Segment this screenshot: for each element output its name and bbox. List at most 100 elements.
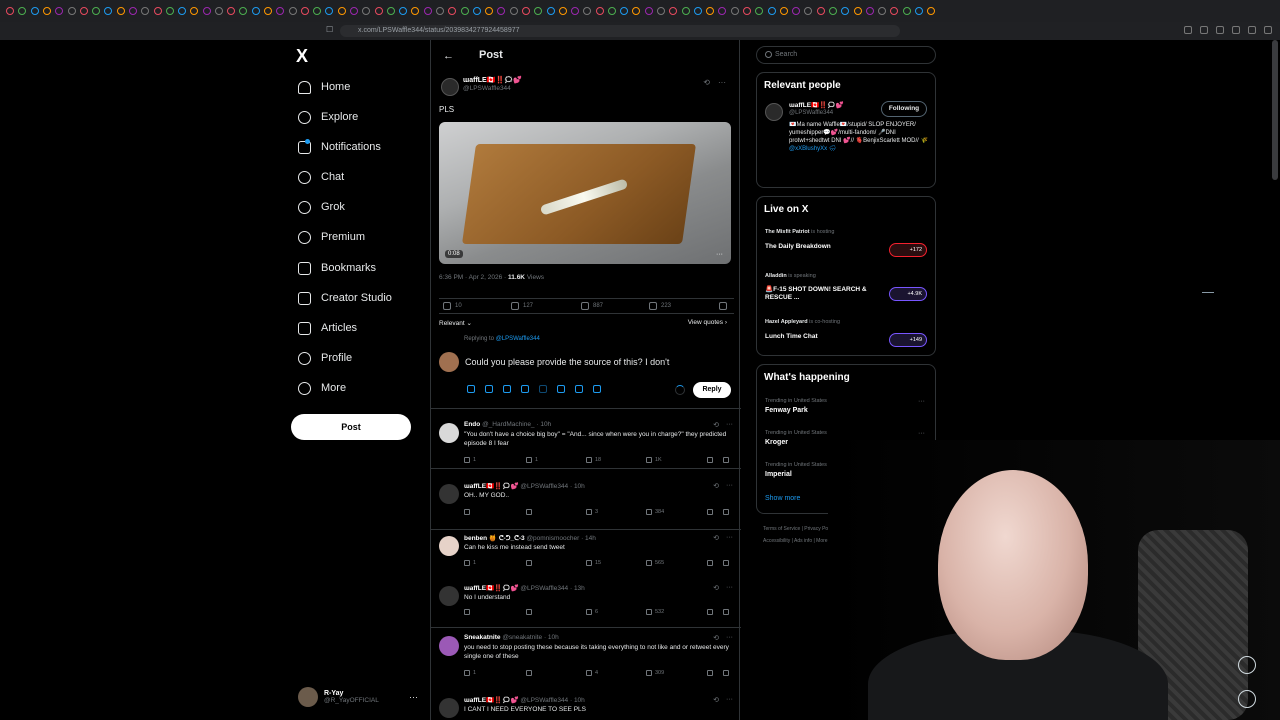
browser-tab-favicon[interactable] [730, 7, 739, 15]
browser-tab-favicon[interactable] [313, 7, 322, 15]
views-action[interactable]: 1K [646, 457, 662, 463]
browser-tab-favicon[interactable] [178, 7, 187, 15]
browser-tab-favicon[interactable] [190, 7, 199, 15]
share-action[interactable] [723, 457, 729, 463]
repost-action[interactable]: 127 [511, 302, 533, 310]
bookmark-action[interactable]: 223 [649, 302, 671, 310]
browser-tab-favicon[interactable] [669, 7, 678, 15]
reply-button[interactable]: Reply [693, 382, 731, 398]
browser-tab-favicon[interactable] [853, 7, 862, 15]
like-action[interactable]: 6 [586, 609, 598, 615]
browser-tab-favicon[interactable] [816, 7, 825, 15]
browser-tab-favicon[interactable] [902, 7, 911, 15]
share-action[interactable] [723, 509, 729, 515]
live-space-title[interactable]: 🚨F-15 SHOT DOWN! SEARCH & RESCUE ... [765, 286, 875, 302]
nav-home[interactable]: Home [298, 77, 350, 97]
person-name[interactable]: ɯaffLE🇨🇦‼️🗯💕 [789, 101, 844, 109]
browser-tab-favicon[interactable] [558, 7, 567, 15]
more-dots-icon[interactable]: ··· [718, 78, 726, 87]
views-action[interactable]: 532 [646, 609, 664, 615]
repost-action[interactable] [526, 670, 532, 676]
messages-floating-icon[interactable] [1238, 690, 1256, 708]
bookmark-star-icon[interactable]: ☐ [326, 25, 333, 34]
grok-floating-icon[interactable] [1238, 656, 1256, 674]
browser-tab-favicon[interactable] [755, 7, 764, 15]
more-dots-icon[interactable]: ··· [918, 398, 925, 405]
repost-action[interactable] [526, 609, 532, 615]
browser-tab-favicon[interactable] [411, 7, 420, 15]
browser-tab-favicon[interactable] [914, 7, 923, 15]
like-action[interactable]: 15 [586, 560, 601, 566]
browser-tab-favicon[interactable] [153, 7, 162, 15]
reply-author[interactable]: ɯaffLE🇨🇦‼️🗯💕 @LPSWaffle344 · 10h [464, 482, 585, 490]
browser-tab-favicon[interactable] [927, 7, 936, 15]
avatar[interactable] [439, 484, 459, 504]
video-more-icon[interactable]: ··· [716, 251, 723, 258]
browser-tab-favicon[interactable] [435, 7, 444, 15]
scrollbar[interactable] [1272, 40, 1278, 180]
x-logo-icon[interactable]: X [296, 46, 308, 67]
sort-replies-dropdown[interactable]: Relevant ⌄ [439, 319, 472, 327]
nav-chat[interactable]: Chat [298, 167, 344, 187]
reply-author[interactable]: benben 🍯 ᕦ-ᕤ_ᕦ-3 @pomnismoocher · 14h [464, 534, 596, 542]
trend-name[interactable]: Fenway Park [765, 407, 808, 414]
bold-icon[interactable] [575, 385, 583, 393]
grok-icon[interactable] [503, 385, 511, 393]
view-quotes-link[interactable]: View quotes › [688, 319, 727, 326]
bookmark-action[interactable] [707, 670, 713, 676]
reply-action[interactable] [464, 509, 470, 515]
reply-author[interactable]: Endo @_HardMachine_ · 10h [464, 421, 551, 428]
reply-item[interactable]: Sneakatnite @sneakatnite · 10h ⟲ ··· you … [431, 630, 741, 678]
reply-action[interactable]: 1 [464, 560, 476, 566]
more-dots-icon[interactable]: ··· [726, 421, 733, 429]
browser-tab-favicon[interactable] [18, 7, 27, 15]
bookmark-action[interactable] [707, 457, 713, 463]
browser-tab-favicon[interactable] [472, 7, 481, 15]
account-switcher[interactable]: R-Yay @R_YayOFFICIAL ··· [298, 686, 418, 708]
share-action[interactable] [719, 302, 727, 310]
browser-tab-favicon[interactable] [251, 7, 260, 15]
grok-explain-icon[interactable]: ⟲ [713, 421, 719, 429]
reply-action[interactable] [464, 609, 470, 615]
browser-tab-favicon[interactable] [878, 7, 887, 15]
avatar[interactable] [765, 103, 783, 121]
browser-tab-favicon[interactable] [116, 7, 125, 15]
person-bio-link[interactable]: @xXBlushyXx 🌧 [789, 146, 836, 152]
nav-grok[interactable]: Grok [298, 197, 345, 217]
reply-author[interactable]: ɯaffLE🇨🇦‼️🗯💕 @LPSWaffle344 · 10h [464, 696, 585, 704]
browser-tab-favicon[interactable] [67, 7, 76, 15]
post-video[interactable]: 0:08 ··· [439, 122, 731, 264]
browser-tab-favicon[interactable] [264, 7, 273, 15]
following-button[interactable]: Following [881, 101, 927, 117]
browser-tab-favicon[interactable] [779, 7, 788, 15]
post-timestamp[interactable]: 6:36 PM · Apr 2, 2026 · [439, 274, 508, 281]
reply-action[interactable]: 10 [443, 302, 462, 310]
browser-tab-favicon[interactable] [104, 7, 113, 15]
share-action[interactable] [723, 560, 729, 566]
browser-tab-favicon[interactable] [792, 7, 801, 15]
browser-tab-favicon[interactable] [141, 7, 150, 15]
trend-name[interactable]: Imperial [765, 471, 792, 478]
browser-tab-favicon[interactable] [607, 7, 616, 15]
live-listener-badge[interactable]: +149 [889, 333, 927, 347]
browser-tab-favicon[interactable] [337, 7, 346, 15]
avatar[interactable] [439, 698, 459, 718]
browser-tab-favicon[interactable] [239, 7, 248, 15]
live-listener-badge[interactable]: +4.9K [889, 287, 927, 301]
repost-action[interactable]: 1 [526, 457, 538, 463]
browser-tab-favicon[interactable] [448, 7, 457, 15]
browser-tab-favicon[interactable] [362, 7, 371, 15]
avatar[interactable] [439, 636, 459, 656]
grok-explain-icon[interactable]: ⟲ [713, 584, 719, 592]
browser-tab-favicon[interactable] [534, 7, 543, 15]
gif-icon[interactable] [485, 385, 493, 393]
bookmark-action[interactable] [707, 560, 713, 566]
show-more-link[interactable]: Show more [765, 495, 800, 502]
live-host[interactable]: Alladdin is speaking [765, 273, 816, 279]
reply-author[interactable]: ɯaffLE🇨🇦‼️🗯💕 @LPSWaffle344 · 13h [464, 584, 585, 592]
share-action[interactable] [723, 670, 729, 676]
browser-tab-favicon[interactable] [890, 7, 899, 15]
browser-tab-favicon[interactable] [767, 7, 776, 15]
location-icon[interactable] [539, 385, 547, 393]
browser-tab-favicon[interactable] [128, 7, 137, 15]
